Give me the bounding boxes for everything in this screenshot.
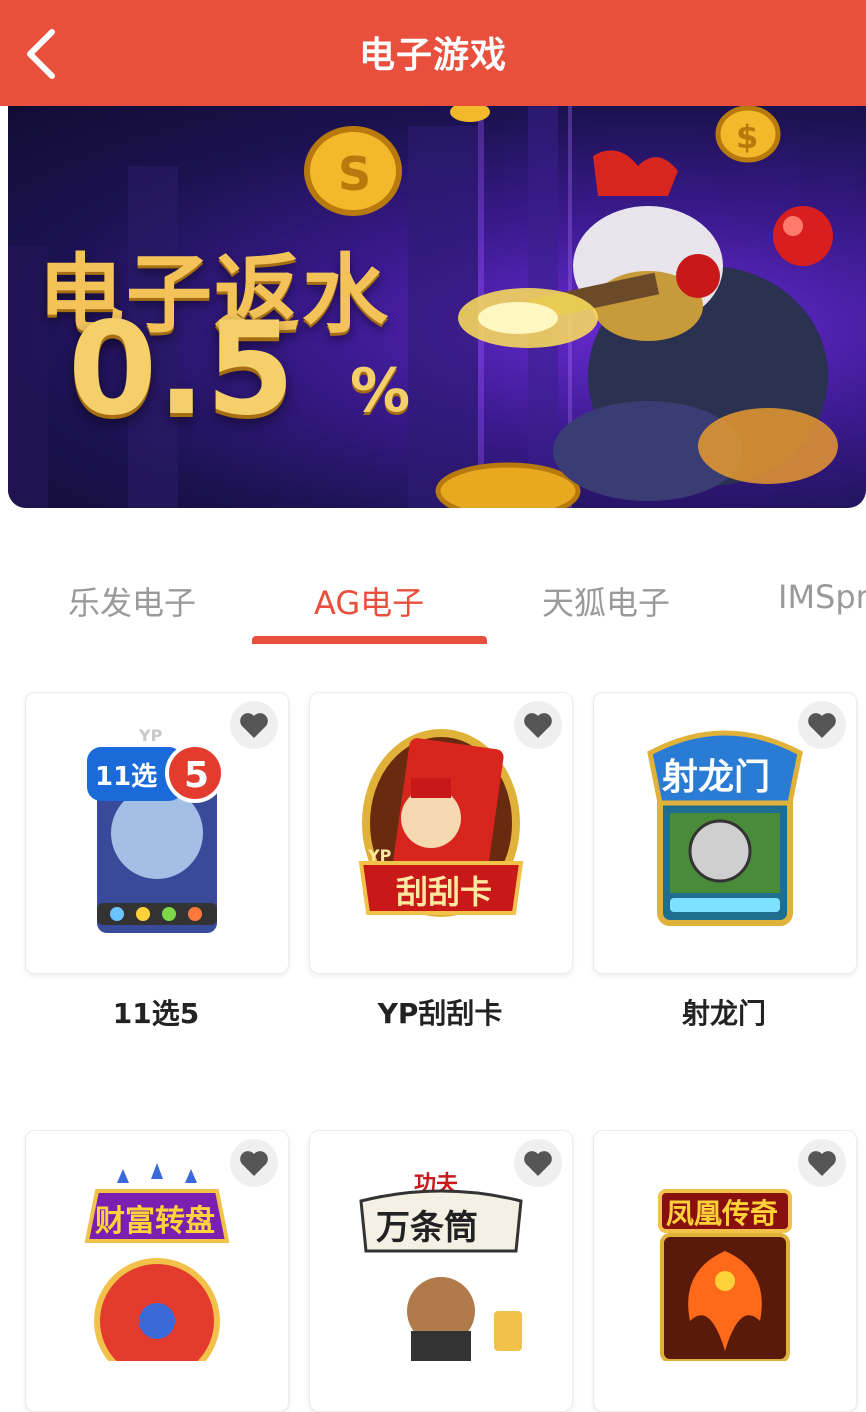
- svg-text:$: $: [736, 118, 758, 156]
- heart-icon: [808, 1151, 836, 1176]
- svg-text:YP: YP: [367, 846, 392, 865]
- game-name[interactable]: YP刮刮卡: [309, 992, 571, 1032]
- favorite-button[interactable]: [514, 701, 562, 749]
- favorite-button[interactable]: [798, 701, 846, 749]
- svg-text:射龙门: 射龙门: [662, 757, 770, 798]
- favorite-button[interactable]: [798, 1139, 846, 1187]
- svg-text:万条筒: 万条筒: [376, 1208, 478, 1248]
- game-thumbnail: 功夫 万条筒: [359, 1172, 523, 1361]
- promo-banner[interactable]: S $ 电子返水 0.5 %: [8, 106, 866, 508]
- banner-rate: 0.5: [68, 295, 295, 444]
- heart-icon: [240, 1151, 268, 1176]
- provider-tabs: 乐发电子 AG电子 天狐电子 IMSpr: [0, 538, 866, 648]
- heart-icon: [524, 1151, 552, 1176]
- tab-imspr[interactable]: IMSpr: [778, 578, 866, 616]
- game-name[interactable]: 射龙门: [593, 992, 855, 1032]
- heart-icon: [240, 713, 268, 738]
- tab-lefa[interactable]: 乐发电子: [68, 578, 196, 624]
- tab-tianhu[interactable]: 天狐电子: [542, 578, 670, 624]
- game-card-wantiaotong[interactable]: 功夫 万条筒: [309, 1130, 573, 1412]
- svg-text:财富转盘: 财富转盘: [95, 1204, 215, 1239]
- coin-icon: S: [304, 126, 402, 216]
- banner-percent: %: [350, 356, 411, 426]
- favorite-button[interactable]: [514, 1139, 562, 1187]
- game-card-caifu[interactable]: 财富转盘: [25, 1130, 289, 1412]
- page-title: 电子游戏: [358, 35, 507, 76]
- tab-ag[interactable]: AG电子: [314, 578, 424, 624]
- svg-text:凤凰传奇: 凤凰传奇: [666, 1197, 778, 1230]
- game-card-11x5[interactable]: 5 11选 YP: [25, 692, 289, 974]
- heart-icon: [808, 713, 836, 738]
- svg-text:S: S: [338, 147, 371, 201]
- game-card-fenghuang[interactable]: 凤凰传奇: [593, 1130, 857, 1412]
- game-thumbnail: 财富转盘: [84, 1163, 230, 1361]
- game-thumbnail: 刮刮卡 YP: [358, 729, 524, 917]
- heart-icon: [524, 713, 552, 738]
- favorite-button[interactable]: [230, 1139, 278, 1187]
- svg-text:刮刮卡: 刮刮卡: [396, 873, 492, 911]
- app-header: 电子游戏: [0, 0, 866, 106]
- game-thumbnail: 凤凰传奇: [658, 1189, 792, 1361]
- active-tab-indicator: [252, 636, 487, 644]
- svg-text:5: 5: [184, 755, 209, 796]
- favorite-button[interactable]: [230, 701, 278, 749]
- svg-text:YP: YP: [138, 726, 163, 745]
- game-card-shelongmen[interactable]: 射龙门: [593, 692, 857, 974]
- game-card-scratch[interactable]: 刮刮卡 YP: [309, 692, 573, 974]
- game-name[interactable]: 11选5: [25, 992, 287, 1032]
- game-thumbnail: 射龙门: [647, 730, 803, 926]
- game-thumbnail: 5 11选 YP: [87, 726, 225, 933]
- svg-text:11选: 11选: [95, 762, 157, 792]
